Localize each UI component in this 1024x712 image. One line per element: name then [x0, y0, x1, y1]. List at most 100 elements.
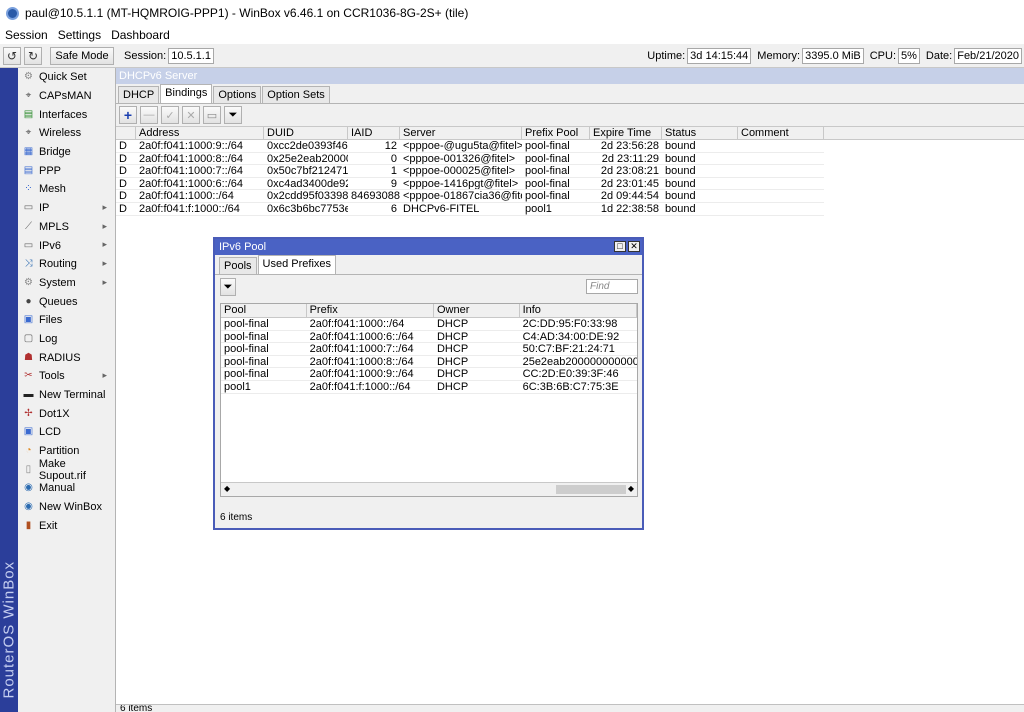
table-cell: DHCP [433, 381, 520, 394]
tab-bindings[interactable]: Bindings [160, 84, 213, 103]
sidebar-item-dot1x[interactable]: ✢ Dot1X [18, 404, 115, 423]
table-row[interactable]: pool-final 2a0f:f041:1000:7::/64 DHCP 50:C7… [221, 343, 638, 356]
column-header[interactable]: Status [662, 127, 738, 139]
sidebar-item-files[interactable]: ▣ Files [18, 311, 115, 330]
sidebar-item-lcd[interactable]: ▣ LCD [18, 423, 115, 442]
menu-session[interactable]: Session [0, 28, 53, 42]
sidebar-item-exit[interactable]: ▮ Exit [18, 517, 115, 536]
sidebar-item-routing[interactable]: ⤨ Routing ▸ [18, 255, 115, 274]
wireless-icon: ⌖ [25, 127, 32, 139]
sidebar-item-wireless[interactable]: ⌖ Wireless [18, 124, 115, 143]
sidebar-item-log[interactable]: ▢ Log [18, 330, 115, 349]
table-row[interactable]: pool1 2a0f:f041:f:1000::/64 DHCP 6C:3B:6B:C… [221, 380, 638, 394]
sidebar-item-new-terminal[interactable]: ▬ New Terminal [18, 386, 115, 405]
column-header[interactable]: IAID [348, 127, 400, 139]
table-cell: pool1 [221, 381, 307, 394]
sidebar-item-bridge[interactable]: ▦ Bridge [18, 143, 115, 162]
find-input[interactable]: Find [586, 279, 638, 294]
safe-mode-button[interactable]: Safe Mode [50, 46, 114, 65]
sidebar-item-system[interactable]: ⚙ System ▸ [18, 274, 115, 293]
column-header[interactable]: DUID [264, 127, 348, 139]
disable-button[interactable]: ✕ [182, 106, 200, 124]
maximize-button[interactable]: □ [614, 241, 626, 252]
sidebar-item-capsman[interactable]: ⌖ CAPsMAN [18, 87, 115, 106]
sidebar-item-radius[interactable]: ☗ RADIUS [18, 348, 115, 367]
close-button[interactable]: ✕ [628, 241, 640, 252]
column-header[interactable]: Server [400, 127, 522, 139]
column-header[interactable]: Expire Time [590, 127, 662, 139]
tab-pools[interactable]: Pools [219, 257, 257, 274]
redo-button[interactable]: ↻ [24, 46, 42, 65]
tab-option-sets[interactable]: Option Sets [262, 86, 330, 103]
column-header[interactable]: Pool [221, 304, 307, 317]
window-title: paul@10.5.1.1 (MT-HQMROIG-PPP1) - WinBox… [25, 6, 469, 20]
table-cell: D [116, 165, 136, 178]
table-row[interactable]: D2a0f:f041:1000:8::/640x25e2eab20000...0… [116, 152, 1024, 166]
tools-icon: ✂ [24, 370, 33, 382]
sidebar-item-manual[interactable]: ◉ Manual [18, 479, 115, 498]
table-cell: 2d 23:08:21 [590, 165, 662, 178]
sidebar-item-label: Interfaces [39, 108, 88, 121]
column-header[interactable]: Address [136, 127, 264, 139]
sidebar-item-interfaces[interactable]: ▤ Interfaces [18, 105, 115, 124]
table-row[interactable]: D 2a0f:f041:f:1000::/64 0x6c3b6bc7753e 6 DHC… [116, 202, 1024, 216]
table-cell: bound [662, 190, 738, 203]
comment-button[interactable]: ▭ [203, 106, 221, 124]
table-row[interactable]: pool-final 2a0f:f041:1000::/64 DHCP 2C:DD:9… [221, 318, 638, 331]
scroll-left-icon[interactable]: ◆ [224, 484, 230, 493]
table-row[interactable]: D 2a0f:f041:1000:9::/64 0xcc2de0393f46 12 <p… [116, 140, 1024, 153]
table-row[interactable]: D 2a0f:f041:1000::/64 0x2cdd95f03398 846930… [116, 190, 1024, 203]
sidebar-item-tools[interactable]: ✂ Tools ▸ [18, 367, 115, 386]
brand-text: RouterOS WinBox [0, 560, 18, 699]
ipv6-pool-tabs: Pools Used Prefixes [215, 255, 642, 275]
table-cell: pool-final [522, 153, 590, 166]
table-cell: 0x6c3b6bc7753e [264, 203, 348, 216]
table-cell: 0x50c7bf212471 [264, 165, 348, 178]
table-row[interactable]: pool-final 2a0f:f041:1000:6::/64 DHCP C4:AD… [221, 330, 638, 344]
sidebar-menu: ⚙ Quick Set ⌖ CAPsMAN ▤ Interfaces ⌖ Wireless ▦ B… [18, 68, 116, 712]
menu-settings[interactable]: Settings [53, 28, 106, 42]
tab-dhcp[interactable]: DHCP [118, 86, 160, 103]
cpu-value: 5% [898, 47, 920, 64]
sidebar-item-queues[interactable]: ● Queues [18, 292, 115, 311]
column-header[interactable]: Prefix Pool [522, 127, 590, 139]
table-row[interactable]: D 2a0f:f041:1000:7::/64 0x50c7bf212471 1 <pp… [116, 165, 1024, 178]
sidebar-item-make-supout-rif[interactable]: ▯ Make Supout.rif [18, 458, 115, 482]
sidebar-item-quick-set[interactable]: ⚙ Quick Set [18, 68, 115, 87]
menu-dashboard[interactable]: Dashboard [106, 28, 175, 42]
table-row[interactable]: pool-final 2a0f:f041:1000:9::/64 DHCP CC:2D… [221, 368, 638, 381]
sidebar-item-ipv6[interactable]: ▭ IPv6 ▸ [18, 236, 115, 255]
table-cell: pool-final [221, 368, 307, 381]
horizontal-scrollbar[interactable]: ◆ ◆ [221, 482, 637, 496]
scroll-thumb[interactable] [556, 485, 626, 494]
tab-used-prefixes[interactable]: Used Prefixes [257, 255, 337, 274]
pool-filter-button[interactable]: ⏷ [220, 278, 236, 296]
column-header[interactable]: Info [520, 304, 638, 317]
table-cell: bound [662, 140, 738, 153]
sidebar-item-mesh[interactable]: ⁘ Mesh [18, 180, 115, 199]
add-button[interactable]: + [119, 106, 137, 124]
sidebar-item-ppp[interactable]: ▤ PPP [18, 161, 115, 180]
sidebar-item-label: Routing [39, 258, 77, 271]
table-cell: 1 [348, 165, 400, 178]
sidebar-item-ip[interactable]: ▭ IP ▸ [18, 199, 115, 218]
column-header[interactable] [116, 127, 136, 139]
submenu-arrow-icon: ▸ [102, 239, 107, 250]
filter-button[interactable]: ⏷ [224, 106, 242, 124]
column-header[interactable]: Prefix [307, 304, 434, 317]
tab-options[interactable]: Options [213, 86, 262, 103]
sidebar-item-new-winbox[interactable]: ◉ New WinBox [18, 498, 115, 517]
remove-button[interactable]: — [140, 106, 158, 124]
table-cell: CC:2D:E0:39:3F:46 [519, 368, 638, 381]
enable-button[interactable]: ✓ [161, 106, 179, 124]
table-row[interactable]: D 2a0f:f041:1000:6::/64 0xc4ad3400de92 9 <pp… [116, 177, 1024, 191]
cpu-label: CPU: [869, 49, 897, 62]
table-cell: 12 [348, 140, 400, 153]
scroll-right-icon[interactable]: ◆ [628, 484, 634, 493]
sidebar-item-mpls[interactable]: ⟋ MPLS ▸ [18, 218, 115, 237]
undo-button[interactable]: ↺ [3, 46, 21, 65]
session-field[interactable]: 10.5.1.1 [168, 47, 214, 64]
column-header[interactable]: Owner [434, 304, 520, 317]
table-row[interactable]: pool-final 2a0f:f041:1000:8::/64 DHCP 25e2e… [221, 355, 638, 369]
column-header[interactable]: Comment [738, 127, 824, 139]
